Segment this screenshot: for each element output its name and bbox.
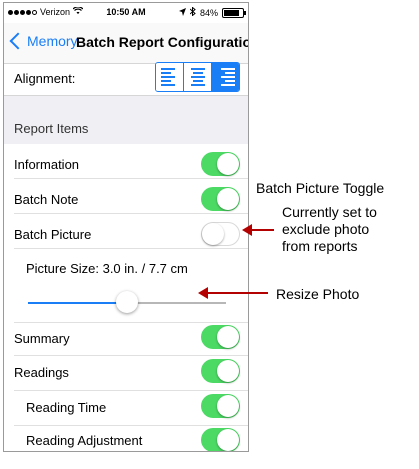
- arrow-to-toggle: [242, 224, 274, 236]
- status-right: 84%: [178, 6, 246, 18]
- callout-note-line: Currently set to: [282, 204, 377, 220]
- slider-fill: [28, 302, 127, 304]
- callout-note-line: exclude photo: [282, 221, 370, 237]
- picture-size-slider-row: [4, 284, 248, 322]
- callout-resize: Resize Photo: [276, 286, 360, 302]
- navigation-bar: Memory Batch Report Configuration: [4, 23, 248, 64]
- callout-note-line: from reports: [282, 238, 358, 254]
- alignment-segmented-control: [155, 62, 240, 92]
- picture-size-row: Picture Size: 3.0 in. / 7.7 cm: [4, 249, 248, 284]
- list-item: Reading Time: [4, 391, 248, 425]
- picture-size-slider[interactable]: [28, 291, 226, 313]
- align-center-button[interactable]: [184, 63, 212, 91]
- list-item: Batch Note: [4, 179, 248, 213]
- reading-adjustment-toggle[interactable]: [201, 428, 240, 451]
- list-item: Readings: [4, 356, 248, 390]
- list-item-label: Summary: [14, 331, 70, 346]
- battery-percent: 84%: [199, 7, 218, 18]
- list-item: Information: [4, 144, 248, 319]
- back-button[interactable]: Memory: [8, 32, 78, 50]
- list-item-label: Reading Time: [26, 400, 107, 415]
- list-item-label: Information: [14, 157, 80, 172]
- section-header: Report Items: [4, 95, 248, 145]
- status-bar: Verizon 10:50 AM 84%: [4, 3, 248, 23]
- list-item: Summary: [4, 323, 248, 357]
- list-item-label: Batch Picture: [14, 227, 92, 242]
- list-item: Batch Picture: [4, 214, 248, 248]
- list-item-label: Batch Note: [14, 192, 79, 207]
- reading-time-toggle[interactable]: [201, 394, 240, 418]
- align-left-button[interactable]: [156, 63, 184, 91]
- battery-icon: [222, 7, 246, 18]
- callout-toggle-note: Currently set to exclude photo from repo…: [282, 204, 377, 255]
- batch-note-toggle[interactable]: [201, 187, 240, 211]
- section-header-label: Report Items: [14, 121, 89, 136]
- callout-toggle-title: Batch Picture Toggle: [256, 180, 385, 196]
- align-right-icon: [217, 68, 235, 86]
- list-item: Reading Adjustment: [4, 426, 248, 451]
- picture-size-label: Picture Size: 3.0 in. / 7.7 cm: [26, 261, 188, 276]
- align-center-icon: [189, 68, 207, 86]
- location-arrow-icon: [178, 7, 186, 18]
- list-item-label: Readings: [14, 365, 69, 380]
- bluetooth-icon: [189, 6, 196, 18]
- back-button-label: Memory: [27, 33, 78, 49]
- slider-thumb[interactable]: [116, 291, 138, 313]
- arrow-to-slider: [198, 287, 268, 299]
- alignment-label: Alignment:: [14, 71, 76, 86]
- chevron-left-icon: [9, 32, 27, 50]
- batch-picture-toggle[interactable]: [201, 222, 240, 246]
- align-right-button[interactable]: [212, 63, 239, 91]
- information-toggle[interactable]: [201, 152, 240, 176]
- align-left-icon: [160, 68, 179, 86]
- alignment-row: Alignment:: [4, 62, 248, 95]
- page-title: Batch Report Configuration: [76, 34, 249, 50]
- summary-toggle[interactable]: [201, 325, 240, 349]
- list-item-label: Reading Adjustment: [26, 433, 143, 448]
- readings-toggle[interactable]: [201, 359, 240, 383]
- phone-screen: Verizon 10:50 AM 84% Memory Batch Report: [3, 2, 249, 452]
